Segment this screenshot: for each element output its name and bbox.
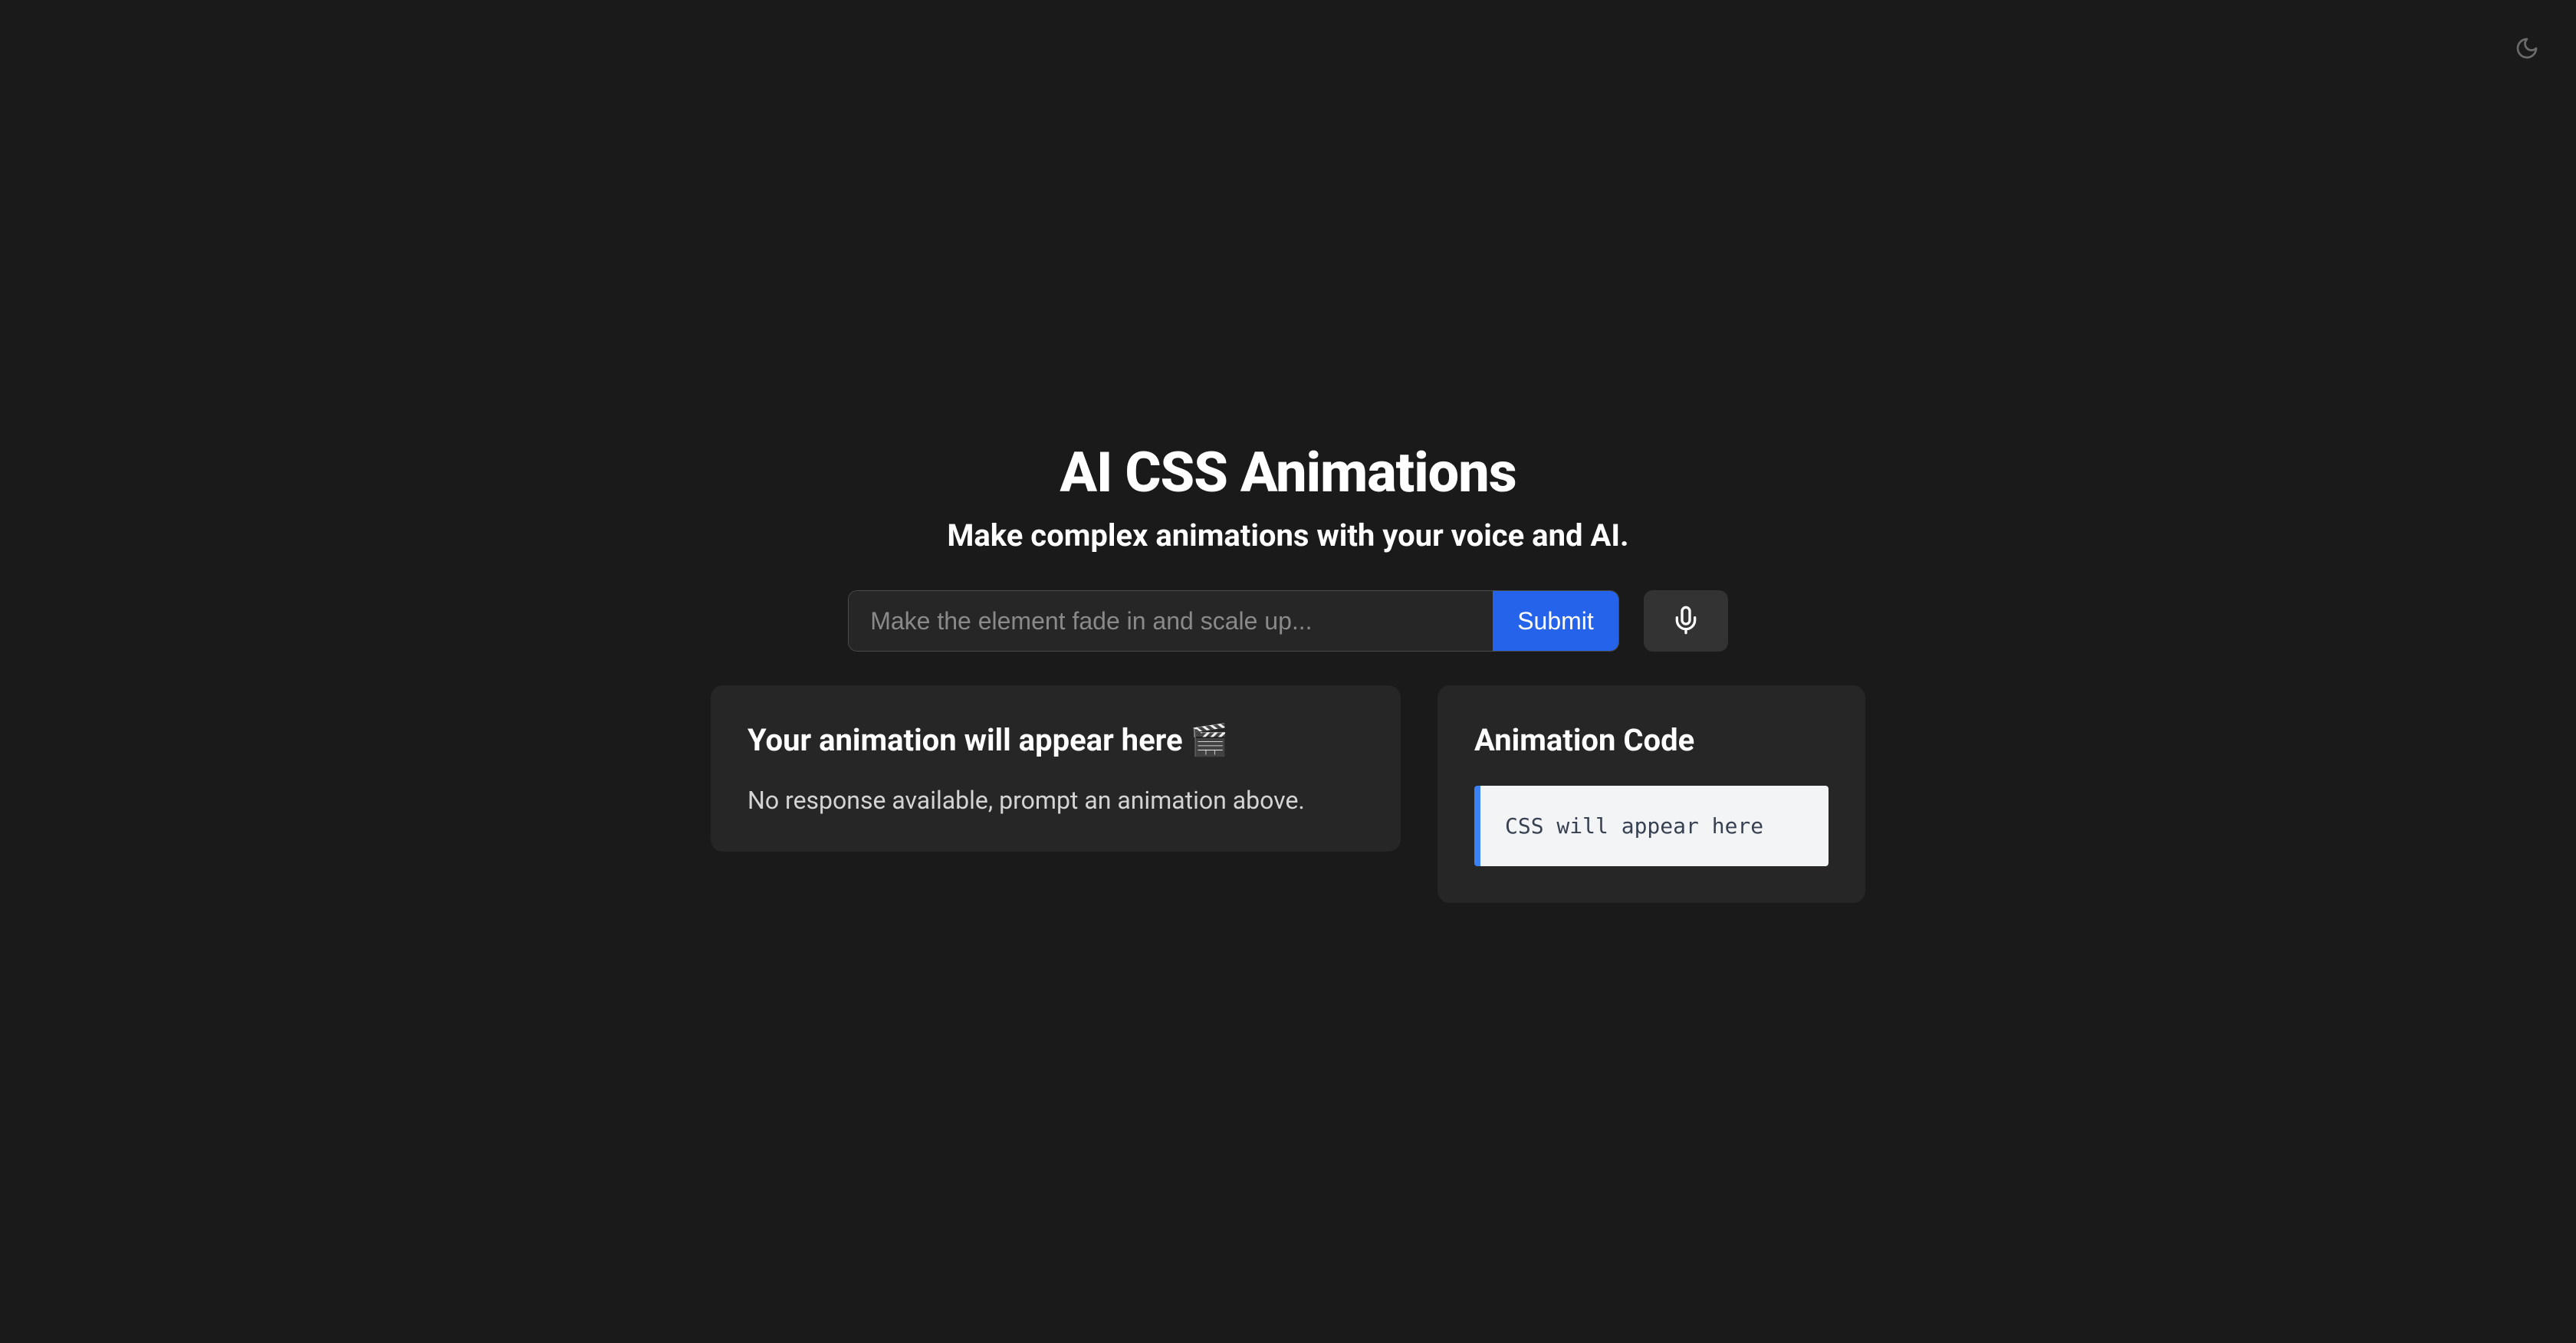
input-group: Submit xyxy=(848,590,1619,652)
preview-empty-text: No response available, prompt an animati… xyxy=(748,786,1364,815)
page-title: AI CSS Animations xyxy=(1060,440,1516,505)
input-row: Submit xyxy=(848,590,1728,652)
submit-button[interactable]: Submit xyxy=(1493,591,1618,651)
cards-row: Your animation will appear here 🎬 No res… xyxy=(711,685,1865,903)
code-placeholder-text: CSS will appear here xyxy=(1505,813,1763,839)
preview-card: Your animation will appear here 🎬 No res… xyxy=(711,685,1401,852)
prompt-input[interactable] xyxy=(849,591,1493,651)
page-subtitle: Make complex animations with your voice … xyxy=(947,517,1628,553)
code-block: CSS will appear here xyxy=(1474,786,1829,866)
main-container: AI CSS Animations Make complex animation… xyxy=(713,440,1863,903)
moon-icon xyxy=(2515,36,2539,63)
code-card-title: Animation Code xyxy=(1474,722,1829,758)
microphone-icon xyxy=(1671,605,1701,638)
preview-card-title: Your animation will appear here 🎬 xyxy=(748,722,1364,758)
code-card: Animation Code CSS will appear here xyxy=(1438,685,1865,903)
voice-input-button[interactable] xyxy=(1644,590,1728,652)
theme-toggle-button[interactable] xyxy=(2509,31,2545,67)
